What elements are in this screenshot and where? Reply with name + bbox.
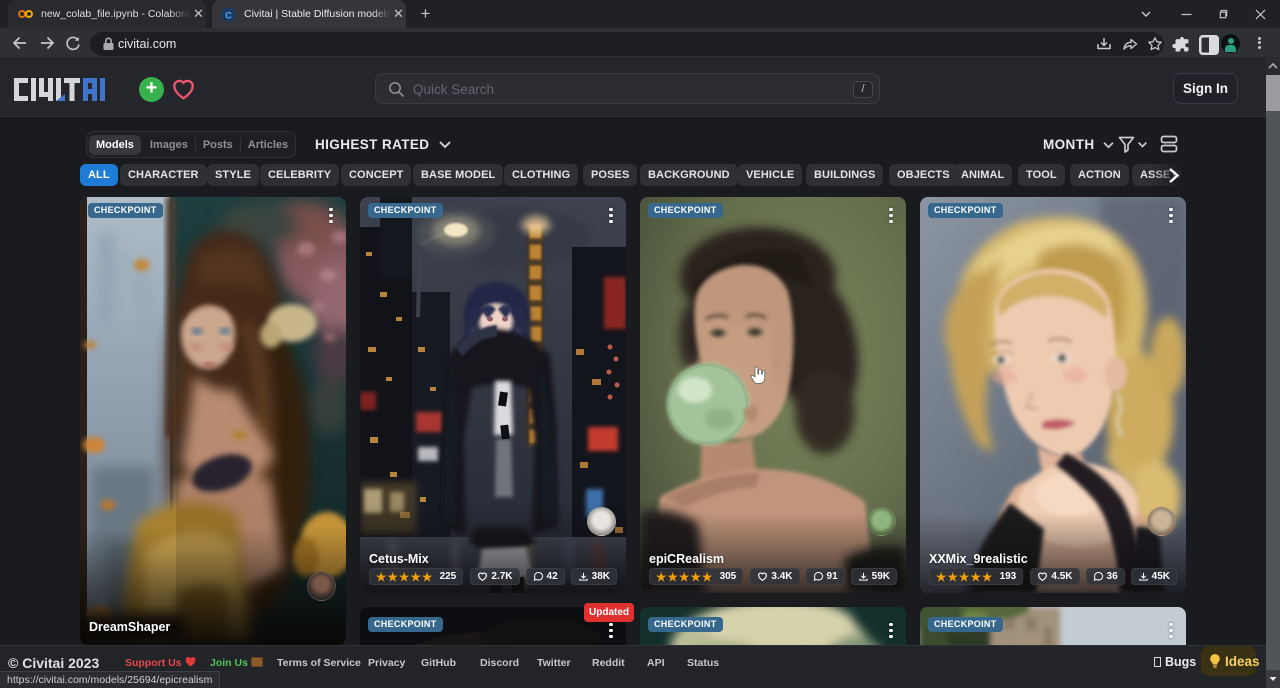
svg-text:C: C	[225, 10, 232, 20]
